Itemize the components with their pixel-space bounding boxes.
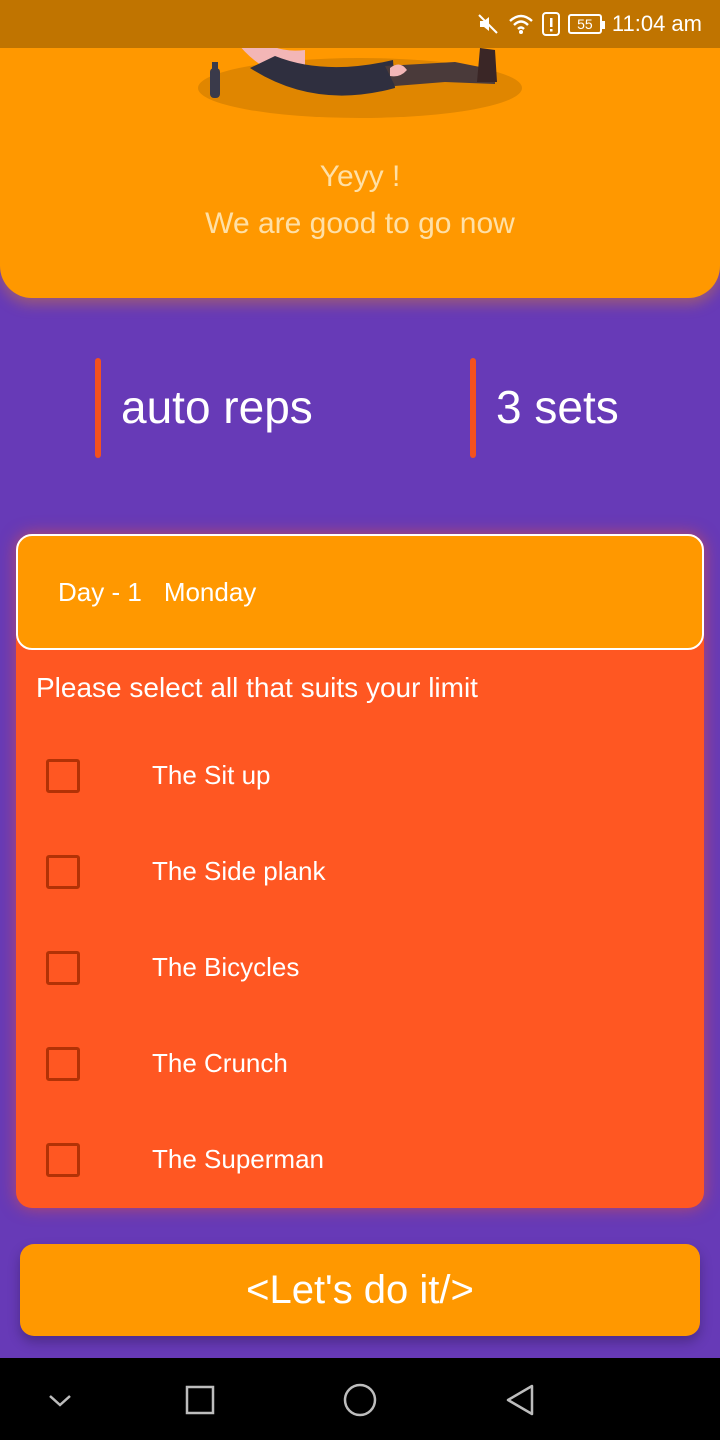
wifi-icon: [509, 14, 533, 34]
exercise-checkbox[interactable]: [46, 759, 80, 793]
hero-title: Yeyy !: [319, 160, 401, 193]
circle-icon[interactable]: [338, 1378, 382, 1422]
exercise-checkbox[interactable]: [46, 1143, 80, 1177]
reps-label: auto reps: [121, 381, 313, 433]
exercise-option[interactable]: The Crunch: [46, 1044, 666, 1084]
hero-subtitle: We are good to go now: [205, 207, 515, 240]
clock: 11:04 am: [611, 11, 702, 36]
exercise-label: The Side plank: [152, 856, 326, 886]
day-number: Day - 1: [58, 576, 142, 607]
exercise-option[interactable]: The Superman: [46, 1140, 666, 1180]
status-icons: 55: [476, 12, 605, 36]
sets-label: 3 sets: [496, 381, 619, 433]
status-bar: 55 11:04 am: [0, 0, 720, 48]
sets-accent-bar: [470, 358, 476, 458]
weekday-label: Monday: [163, 576, 257, 607]
exercise-label: The Sit up: [152, 760, 271, 790]
instruction-text: Please select all that suits your limit: [36, 672, 478, 703]
reps-accent-bar: [95, 358, 101, 458]
exercise-option[interactable]: The Sit up: [46, 756, 666, 796]
mute-icon: [478, 14, 498, 34]
square-icon[interactable]: [178, 1378, 222, 1422]
back-triangle-icon[interactable]: [498, 1378, 542, 1422]
navigation-bar: [0, 1358, 720, 1440]
lets-do-it-button[interactable]: <Let's do it/>: [20, 1244, 700, 1336]
exercise-option[interactable]: The Bicycles: [46, 948, 666, 988]
exercise-label: The Crunch: [152, 1048, 288, 1078]
chevron-down-icon[interactable]: [38, 1378, 82, 1422]
exercise-label: The Bicycles: [152, 952, 300, 982]
exercise-checkbox[interactable]: [46, 1047, 80, 1081]
day-card: Day - 1 Monday Please select all that su…: [16, 534, 704, 1208]
battery-icon: 55: [567, 14, 605, 34]
exercise-option[interactable]: The Side plank: [46, 852, 666, 892]
day-header[interactable]: Day - 1 Monday: [16, 534, 704, 650]
alert-icon: [541, 12, 560, 36]
exercise-checkbox[interactable]: [46, 951, 80, 985]
exercise-label: The Superman: [152, 1144, 324, 1174]
exercise-checkbox[interactable]: [46, 855, 80, 889]
